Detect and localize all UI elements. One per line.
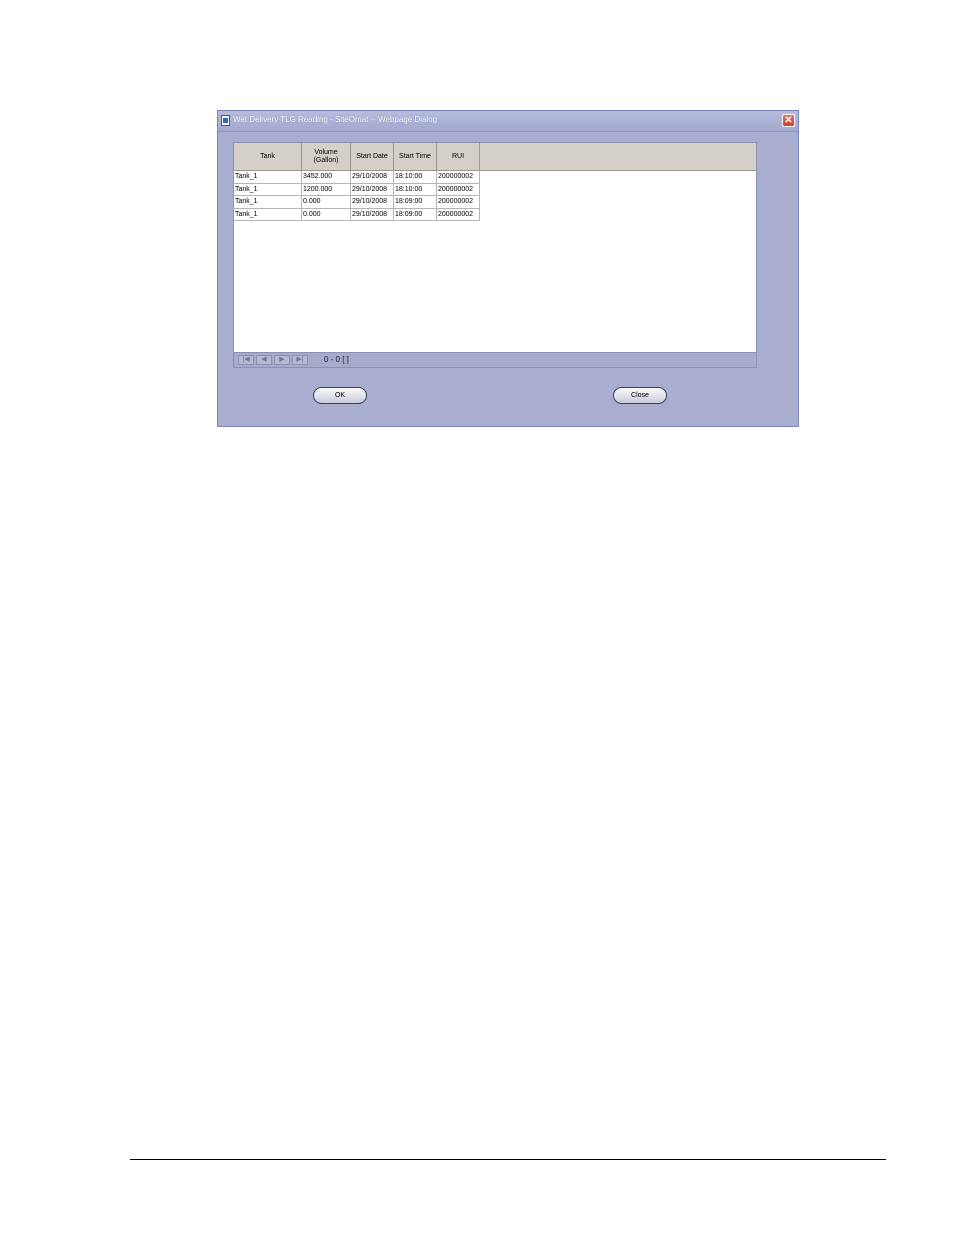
table-row[interactable]: Tank_1 0.000 29/10/2008 18:09:00 2000000… <box>234 208 480 221</box>
dialog-titlebar[interactable]: Wet Delivery TLG Reading - SiteOmat -- W… <box>218 111 798 132</box>
col-header-start-date[interactable]: Start Date <box>350 143 394 171</box>
cell-start-date: 29/10/2008 <box>350 170 394 184</box>
close-icon[interactable]: ✕ <box>782 114 795 127</box>
webpage-dialog: Wet Delivery TLG Reading - SiteOmat -- W… <box>217 110 799 427</box>
cell-tank: Tank_1 <box>234 208 302 221</box>
table-row[interactable]: Tank_1 0.000 29/10/2008 18:09:00 2000000… <box>234 195 480 209</box>
col-header-volume-label: Volume (Gallon) <box>313 148 339 164</box>
grid-pager: |◀ ◀ ▶ ▶| 0 - 0 [ ] <box>234 352 756 367</box>
close-button[interactable]: Close <box>613 387 667 404</box>
cell-tank: Tank_1 <box>234 183 302 196</box>
cell-start-time: 18:10:00 <box>393 183 437 196</box>
col-header-tank[interactable]: Tank <box>234 143 302 171</box>
last-page-icon[interactable]: ▶| <box>292 355 308 365</box>
cell-rui: 200000002 <box>436 170 480 184</box>
col-header-start-time[interactable]: Start Time <box>393 143 437 171</box>
pager-status: 0 - 0 [ ] <box>324 355 349 364</box>
table-header-row: Tank Volume (Gallon) Start Date Start Tim… <box>234 143 480 171</box>
document-icon <box>221 115 230 126</box>
cell-tank: Tank_1 <box>234 195 302 209</box>
prev-page-icon[interactable]: ◀ <box>256 355 272 365</box>
cell-volume: 3452.000 <box>301 170 351 184</box>
cell-tank: Tank_1 <box>234 170 302 184</box>
first-page-icon[interactable]: |◀ <box>238 355 254 365</box>
cell-start-date: 29/10/2008 <box>350 183 394 196</box>
cell-start-date: 29/10/2008 <box>350 208 394 221</box>
table-row[interactable]: Tank_1 3452.000 29/10/2008 18:10:00 2000… <box>234 170 480 184</box>
ok-button[interactable]: OK <box>313 387 367 404</box>
col-header-volume[interactable]: Volume (Gallon) <box>301 143 351 171</box>
footer-rule <box>130 1159 886 1160</box>
next-page-icon[interactable]: ▶ <box>274 355 290 365</box>
cell-start-date: 29/10/2008 <box>350 195 394 209</box>
dialog-title: Wet Delivery TLG Reading - SiteOmat -- W… <box>233 115 438 124</box>
cell-rui: 200000002 <box>436 195 480 209</box>
table-row[interactable]: Tank_1 1200.000 29/10/2008 18:10:00 2000… <box>234 183 480 196</box>
cell-volume: 0.000 <box>301 208 351 221</box>
readings-table: Tank Volume (Gallon) Start Date Start Tim… <box>234 143 480 221</box>
readings-grid: Tank Volume (Gallon) Start Date Start Tim… <box>233 142 757 368</box>
cell-volume: 1200.000 <box>301 183 351 196</box>
cell-rui: 200000002 <box>436 208 480 221</box>
cell-start-time: 18:09:00 <box>393 208 437 221</box>
cell-start-time: 18:09:00 <box>393 195 437 209</box>
cell-volume: 0.000 <box>301 195 351 209</box>
col-header-rui[interactable]: RUI <box>436 143 480 171</box>
cell-rui: 200000002 <box>436 183 480 196</box>
cell-start-time: 18:10:00 <box>393 170 437 184</box>
